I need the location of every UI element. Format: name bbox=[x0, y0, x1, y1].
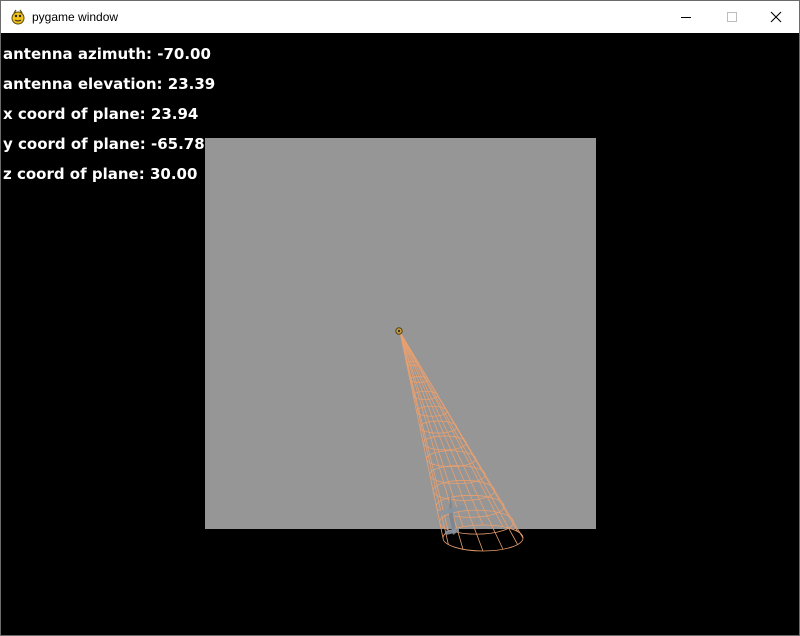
plane-model bbox=[439, 493, 466, 535]
antenna-elevation-label: antenna elevation: 23.39 bbox=[3, 75, 216, 93]
beam-ring bbox=[419, 420, 458, 434]
pygame-snake-icon bbox=[11, 9, 25, 25]
plane-y-coord-label: y coord of plane: -65.78 bbox=[3, 135, 205, 153]
maximize-icon bbox=[727, 12, 737, 22]
plane-x-coord-label: x coord of plane: 23.94 bbox=[3, 105, 199, 123]
beam-spoke bbox=[399, 331, 444, 539]
game-canvas[interactable]: antenna azimuth: -70.00 antenna elevatio… bbox=[1, 33, 799, 635]
close-button[interactable] bbox=[753, 1, 799, 33]
beam-ring bbox=[422, 435, 467, 451]
maximize-button[interactable] bbox=[709, 1, 755, 33]
plane-z-coord-label: z coord of plane: 30.00 bbox=[3, 165, 198, 183]
telemetry-readout: antenna azimuth: -70.00 antenna elevatio… bbox=[3, 43, 215, 193]
pygame-window: pygame window antenna azimuth: -70.00 an… bbox=[0, 0, 800, 636]
antenna-beam-cone bbox=[399, 331, 524, 552]
minimize-button[interactable] bbox=[663, 1, 709, 33]
beam-ring bbox=[416, 405, 448, 417]
window-title: pygame window bbox=[32, 10, 119, 24]
beam-ring bbox=[412, 390, 439, 400]
antenna-azimuth-label: antenna azimuth: -70.00 bbox=[3, 45, 211, 63]
antenna-icon bbox=[395, 327, 403, 335]
beam-ring bbox=[426, 450, 477, 468]
close-icon bbox=[770, 11, 782, 23]
beam-spoke bbox=[399, 331, 484, 526]
beam-spoke bbox=[399, 331, 518, 532]
title-bar[interactable]: pygame window bbox=[1, 1, 799, 33]
beam-spoke bbox=[399, 331, 449, 532]
minimize-icon bbox=[681, 17, 691, 18]
